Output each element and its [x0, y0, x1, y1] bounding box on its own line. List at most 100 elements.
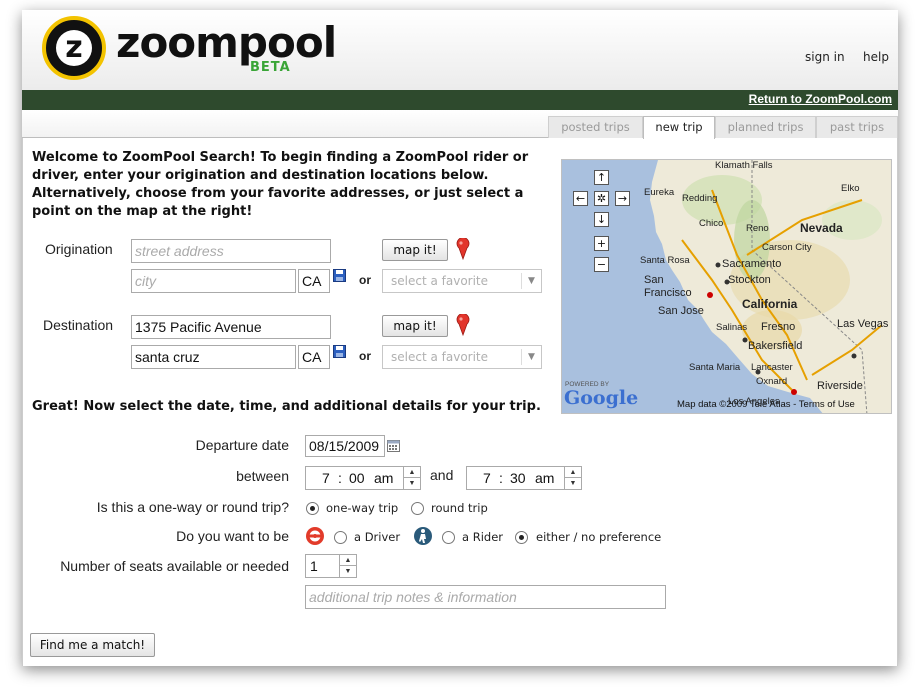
find-match-button[interactable]: Find me a match! [30, 633, 155, 657]
seats-label: Number of seats available or needed [60, 558, 289, 574]
seats-value: 1 [310, 558, 318, 574]
round-trip-radio[interactable] [411, 502, 424, 515]
departure-date-input[interactable]: 08/15/2009 [305, 435, 385, 457]
start-minute: 00 [349, 470, 365, 486]
calendar-icon[interactable] [387, 440, 400, 452]
map-label: Santa Maria [689, 362, 741, 373]
site-header: z zoompool BETA sign in help [22, 10, 898, 90]
save-disk-icon[interactable] [333, 269, 346, 282]
spinner-arrows[interactable]: ▲ ▼ [339, 555, 356, 577]
arrow-down-icon[interactable]: ▼ [404, 478, 420, 489]
map-label: Nevada [800, 221, 843, 235]
tab-bar: posted trips new trip planned trips past… [22, 110, 898, 139]
map-label: Eureka [644, 187, 675, 198]
map-label: Fresno [761, 321, 796, 333]
seats-spinner[interactable]: 1 ▲ ▼ [305, 554, 357, 578]
trip-type-label: Is this a one-way or round trip? [96, 499, 289, 515]
arrow-down-icon[interactable]: ▼ [340, 566, 356, 577]
end-time-spinner[interactable]: 7 : 30 am ▲ ▼ [466, 466, 582, 490]
map-copyright[interactable]: Map data ©2009 Tele Atlas - Terms of Use [677, 399, 855, 410]
rider-label[interactable]: a Rider [462, 530, 503, 544]
destination-map-it-button[interactable]: map it! [382, 315, 448, 337]
arrow-up-icon[interactable]: ▲ [565, 467, 581, 478]
arrow-up-icon[interactable]: ▲ [404, 467, 420, 478]
departure-date-label: Departure date [195, 437, 289, 453]
google-logo: Google [564, 387, 639, 409]
map-label: Salinas [716, 322, 748, 333]
map-label: Redding [682, 193, 718, 204]
save-disk-icon[interactable] [333, 345, 346, 358]
arrow-down-icon[interactable]: ▼ [565, 478, 581, 489]
chevron-down-icon: ▼ [521, 273, 541, 289]
google-map[interactable]: ↑ ← ✲ → ↓ + − Klamath Falls Eureka Reddi… [561, 159, 892, 414]
destination-street-input[interactable]: 1375 Pacific Avenue [131, 315, 331, 339]
map-label: Sacramento [722, 258, 782, 270]
arrow-up-icon[interactable]: ▲ [340, 555, 356, 566]
map-label: Klamath Falls [715, 160, 773, 171]
tab-planned-trips[interactable]: planned trips [715, 116, 816, 138]
driver-radio[interactable] [334, 531, 347, 544]
origination-city-input[interactable]: city [131, 269, 296, 293]
origination-label: Origination [45, 241, 113, 257]
one-way-label[interactable]: one-way trip [326, 501, 398, 515]
role-label: Do you want to be [176, 528, 289, 544]
steering-wheel-icon [306, 527, 324, 545]
map-label: Riverside [817, 380, 863, 392]
pan-right-icon[interactable]: → [615, 191, 630, 206]
app-window: z zoompool BETA sign in help Return to Z… [22, 10, 898, 666]
or-label: or [359, 349, 371, 363]
origination-favorite-select[interactable]: select a favorite ▼ [382, 269, 542, 293]
zoom-out-icon[interactable]: − [594, 257, 609, 272]
one-way-radio[interactable] [306, 502, 319, 515]
end-minute: 30 [510, 470, 526, 486]
origination-street-input[interactable]: street address [131, 239, 331, 263]
origination-state-select[interactable]: CA [298, 269, 330, 293]
tab-past-trips[interactable]: past trips [816, 116, 898, 138]
map-label: Stockton [728, 274, 771, 286]
beta-badge: BETA [250, 60, 291, 75]
map-label: Bakersfield [748, 340, 803, 352]
pan-down-icon[interactable]: ↓ [594, 212, 609, 227]
driver-label[interactable]: a Driver [354, 530, 400, 544]
or-label: or [359, 273, 371, 287]
tab-posted-trips[interactable]: posted trips [548, 116, 643, 138]
map-label: Lancaster [751, 362, 793, 373]
top-nav-bar: Return to ZoomPool.com [22, 90, 898, 110]
origination-map-it-button[interactable]: map it! [382, 239, 448, 261]
spinner-arrows[interactable]: ▲ ▼ [403, 467, 420, 489]
map-pin-icon [456, 238, 470, 260]
tab-new-trip[interactable]: new trip [643, 116, 715, 139]
rider-icon [414, 527, 432, 545]
zoompool-logo-icon[interactable]: z [42, 16, 106, 80]
destination-state-select[interactable]: CA [298, 345, 330, 369]
start-hour: 7 [322, 470, 330, 486]
rider-radio[interactable] [442, 531, 455, 544]
return-to-zoompool-link[interactable]: Return to ZoomPool.com [749, 92, 892, 106]
start-time-spinner[interactable]: 7 : 00 am ▲ ▼ [305, 466, 421, 490]
either-label[interactable]: either / no preference [536, 530, 661, 544]
spinner-arrows[interactable]: ▲ ▼ [564, 467, 581, 489]
sign-in-link[interactable]: sign in [805, 50, 845, 64]
map-pin-icon [456, 314, 470, 336]
zoom-in-icon[interactable]: + [594, 236, 609, 251]
map-label: California [742, 297, 798, 311]
and-label: and [430, 467, 454, 483]
pan-center-icon[interactable]: ✲ [594, 191, 609, 206]
details-heading: Great! Now select the date, time, and ad… [32, 399, 541, 414]
either-radio[interactable] [515, 531, 528, 544]
map-label: Santa Rosa [640, 255, 690, 266]
destination-label: Destination [43, 317, 114, 333]
map-label: San Francisco [644, 274, 692, 299]
round-trip-label[interactable]: round trip [431, 501, 488, 515]
destination-favorite-select[interactable]: select a favorite ▼ [382, 345, 542, 369]
time-separator: : [338, 470, 342, 486]
pan-left-icon[interactable]: ← [573, 191, 588, 206]
map-terrain [650, 160, 891, 413]
destination-city-input[interactable]: santa cruz [131, 345, 296, 369]
map-label: San Jose [658, 305, 704, 317]
between-label: between [236, 468, 289, 484]
help-link[interactable]: help [863, 50, 889, 64]
pan-up-icon[interactable]: ↑ [594, 170, 609, 185]
trip-notes-input[interactable]: additional trip notes & information [305, 585, 666, 609]
favorite-select-label: select a favorite [391, 350, 489, 364]
